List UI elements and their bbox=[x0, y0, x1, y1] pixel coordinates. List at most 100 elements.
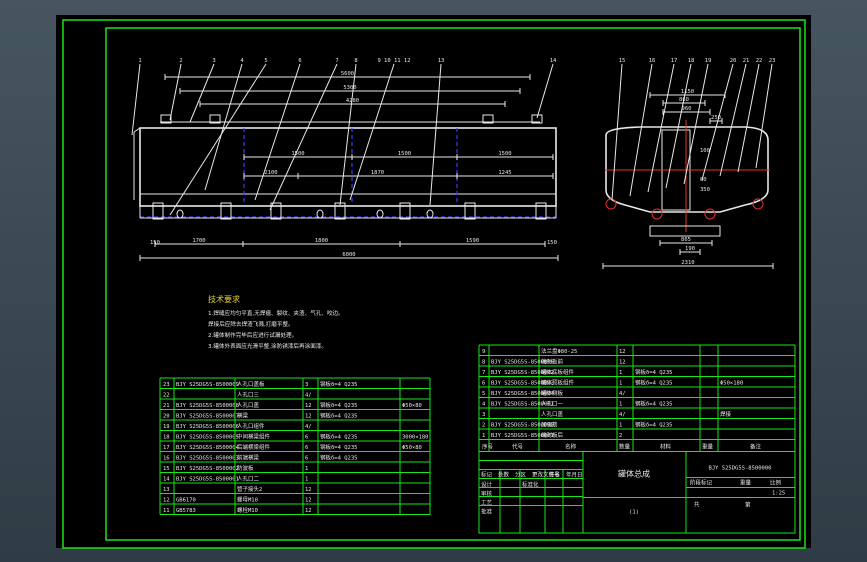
bom-left-code: GB6170 bbox=[176, 498, 196, 504]
bom-right-qty: 1 bbox=[619, 423, 622, 429]
leader-line bbox=[611, 63, 623, 201]
bom-right-name: 人孔口一 bbox=[541, 400, 564, 408]
title-row-label: 分区 bbox=[515, 471, 527, 479]
bom-header-code: 代号 bbox=[512, 443, 524, 451]
bom-left-code: BJY S25DG5S-8500005 bbox=[176, 435, 239, 441]
bom-left-no: 20 bbox=[163, 414, 170, 420]
bom-left-qty: 3 bbox=[305, 382, 308, 388]
bom-left-code: BJY S25DG5S-8500009 bbox=[176, 382, 239, 388]
leader-line bbox=[169, 63, 182, 121]
bom-left-qty: 6 bbox=[305, 456, 308, 462]
title-row-label: 签名 bbox=[549, 471, 560, 479]
leader-line bbox=[169, 63, 267, 216]
dim-150-left: 150 bbox=[150, 240, 160, 246]
dim-960-label: 960 bbox=[682, 106, 692, 112]
end-base bbox=[649, 225, 721, 237]
title-person-label: 设计 bbox=[481, 481, 493, 489]
bom-left-qty: 12 bbox=[305, 403, 312, 409]
bom-header-mat: 材料 bbox=[660, 443, 672, 451]
balloon-label-end: 19 bbox=[705, 58, 712, 64]
balloon-label-side: 2 bbox=[179, 58, 182, 64]
bom-left-name: 人孔口盖板 bbox=[237, 380, 265, 388]
bom-right-no: 6 bbox=[482, 381, 485, 387]
bom-left-qty: 1 bbox=[305, 477, 308, 483]
bom-header-no: 序号 bbox=[482, 443, 494, 451]
dim-1870-label: 1870 bbox=[371, 170, 384, 176]
bom-left-qty: 1 bbox=[305, 466, 308, 472]
bom-right-name: 法兰盘Φ80-25 bbox=[541, 347, 577, 355]
bom-left-name: 螺母M10 bbox=[237, 496, 258, 504]
bom-left-no: 11 bbox=[163, 508, 170, 514]
leader-line bbox=[269, 63, 338, 211]
bom-right-qty: 12 bbox=[619, 360, 626, 366]
end-wheel-mark bbox=[704, 208, 716, 220]
inner-frame-border bbox=[105, 27, 801, 541]
bom-right-no: 2 bbox=[482, 423, 485, 429]
bom-left-qty: 4/ bbox=[305, 424, 312, 430]
bom-header-weight: 重量 bbox=[702, 443, 714, 451]
bom-left-name: 人孔口二 bbox=[237, 475, 260, 483]
bom-left-no: 16 bbox=[163, 456, 170, 462]
drain-hole bbox=[316, 209, 324, 219]
leader-line bbox=[254, 63, 301, 201]
drawing-canvas: 5600530042801500 1500 15002100 1870 12451700… bbox=[62, 19, 806, 549]
bom-right-no: 5 bbox=[482, 391, 485, 397]
bom-right-note: Φ50×180 bbox=[720, 381, 743, 387]
balloon-label-end: 21 bbox=[743, 58, 750, 64]
dim-100: 100 bbox=[700, 148, 710, 154]
bom-left-code: BJY S25DG5S-8500006 bbox=[176, 424, 239, 430]
balloon-label-side: 3 bbox=[212, 58, 215, 64]
bom-right-no: 8 bbox=[482, 360, 485, 366]
notes-line: 3.罐体外表面应光滑平整,涂防锈漆后再涂面漆。 bbox=[208, 342, 327, 350]
end-wheel-mark bbox=[605, 198, 617, 210]
bom-right-name: 端封板后 bbox=[541, 431, 564, 439]
bom-right-mat: 钢板δ=4 Q235 bbox=[635, 400, 673, 408]
dim-80: 80 bbox=[700, 177, 707, 183]
bom-right-name: 端封板前 bbox=[541, 358, 564, 366]
leader-line bbox=[755, 63, 773, 169]
dim-1500-a-label: 1500 bbox=[291, 151, 304, 157]
leader-line bbox=[204, 63, 243, 191]
dim-1700-label: 1700 bbox=[192, 238, 205, 244]
bom-right-note: 焊接 bbox=[720, 410, 732, 418]
leader-line bbox=[429, 63, 442, 206]
balloon-label-side: 6 bbox=[298, 58, 301, 64]
balloon-label-end: 23 bbox=[769, 58, 776, 64]
balloon-label-end: 17 bbox=[671, 58, 678, 64]
tank-left-cap bbox=[133, 127, 141, 133]
bom-left-name: 后端横梁组件 bbox=[237, 443, 271, 451]
bom-left-mat: 钢板δ=4 Q235 bbox=[320, 380, 358, 388]
bom-right-qty: 2 bbox=[619, 433, 622, 439]
title-row-label: 标记 bbox=[481, 471, 493, 479]
title-block-frame bbox=[478, 451, 796, 534]
bom-right-mat: 钢板δ=4 Q235 bbox=[635, 421, 673, 429]
title-person-label: 工艺 bbox=[481, 500, 493, 507]
bom-left-note: Φ50×80 bbox=[402, 403, 422, 409]
bom-left-qty: 12 bbox=[305, 414, 312, 420]
bom-left-mat: 钢板δ=4 Q235 bbox=[320, 443, 358, 451]
bom-right-name: 罐体侧板 bbox=[541, 389, 564, 397]
leader-line bbox=[701, 63, 734, 181]
stage-label: 阶段标记 bbox=[690, 479, 713, 487]
bom-left-name: 防波板 bbox=[237, 464, 254, 472]
balloon-label-side: 7 bbox=[335, 58, 338, 64]
scale-head: 比例 bbox=[770, 479, 782, 487]
balloon-label-side: 4 bbox=[240, 58, 244, 64]
cad-viewport[interactable]: 5600 5300 4280 1500 1500 1500 2100 1870 1245 1700… bbox=[0, 0, 867, 562]
balloon-label-end: 16 bbox=[649, 58, 656, 64]
bom-left-code: BJY S25DG5S-8500004 bbox=[176, 445, 240, 451]
bom-header-qty: 数量 bbox=[619, 443, 631, 451]
balloon-label-end: 18 bbox=[688, 58, 695, 64]
bom-left-name: 人孔口组件 bbox=[237, 422, 265, 430]
balloon-label-side: 13 bbox=[438, 58, 445, 64]
bom-left-no: 19 bbox=[163, 424, 170, 430]
bom-left-code: BJY S25DG5S-8500001 bbox=[176, 477, 239, 483]
bom-left-name: 螺栓M10 bbox=[237, 506, 258, 514]
bom-left-qty: 12 bbox=[305, 487, 312, 493]
bom-left-no: 18 bbox=[163, 435, 170, 441]
bom-left-note: 3000×180 bbox=[402, 435, 429, 441]
dim-150-right: 150 bbox=[547, 240, 557, 246]
bom-right-no: 9 bbox=[482, 349, 485, 355]
bom-right-mat: 钢板δ=4 Q235 bbox=[635, 368, 673, 376]
dim-2100-label: 2100 bbox=[264, 170, 277, 176]
